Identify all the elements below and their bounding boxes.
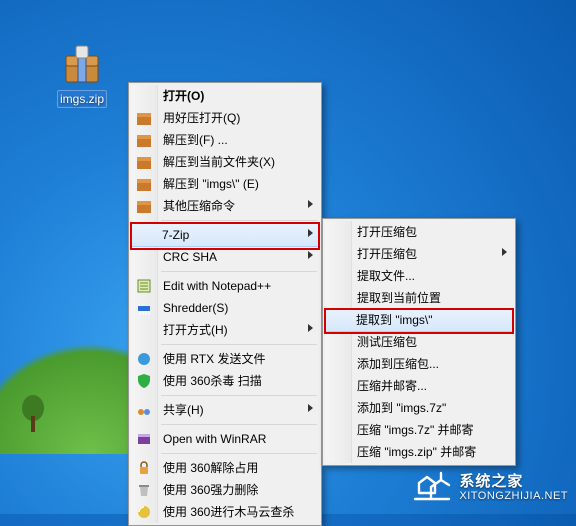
- menu-extract-here[interactable]: 解压到当前文件夹(X): [131, 151, 319, 173]
- winrar-icon: [136, 431, 152, 447]
- haozip-icon: [136, 176, 152, 192]
- submenu-arrow-icon: [308, 324, 313, 332]
- menu-separator: [161, 453, 317, 454]
- menu-open-winrar[interactable]: Open with WinRAR: [131, 428, 319, 450]
- submenu-extract-to-imgs[interactable]: 提取到 "imgs\": [324, 308, 514, 332]
- submenu-arrow-icon: [308, 200, 313, 208]
- menu-360-scan[interactable]: 使用 360杀毒 扫描: [131, 370, 319, 392]
- menu-shredder[interactable]: Shredder(S): [131, 297, 319, 319]
- submenu-arrow-icon: [308, 404, 313, 412]
- menu-7zip[interactable]: 7-Zip: [130, 223, 320, 247]
- notepadpp-icon: [136, 278, 152, 294]
- wallpaper-tree: [18, 394, 48, 434]
- desktop-file-label: imgs.zip: [57, 90, 107, 108]
- menu-edit-notepadpp[interactable]: Edit with Notepad++: [131, 275, 319, 297]
- watermark-title: 系统之家: [459, 475, 568, 489]
- submenu-open-archive[interactable]: 打开压缩包: [325, 221, 513, 243]
- menu-separator: [161, 424, 317, 425]
- shredder-icon: [136, 300, 152, 316]
- submenu-extract-here[interactable]: 提取到当前位置: [325, 287, 513, 309]
- menu-360-release-occupy[interactable]: 使用 360解除占用: [131, 457, 319, 479]
- watermark-logo-icon: [413, 469, 453, 508]
- menu-other-archive[interactable]: 其他压缩命令: [131, 195, 319, 217]
- submenu-arrow-icon: [502, 248, 507, 256]
- submenu-add-to-archive[interactable]: 添加到压缩包...: [325, 353, 513, 375]
- haozip-icon: [136, 198, 152, 214]
- menu-separator: [161, 395, 317, 396]
- rtx-icon: [136, 351, 152, 367]
- menu-extract-to-imgs[interactable]: 解压到 "imgs\" (E): [131, 173, 319, 195]
- share-icon: [136, 402, 152, 418]
- submenu-test-archive[interactable]: 测试压缩包: [325, 331, 513, 353]
- submenu-extract-files[interactable]: 提取文件...: [325, 265, 513, 287]
- menu-open[interactable]: 打开(O): [131, 85, 319, 107]
- menu-haozip-open[interactable]: 用好压打开(Q): [131, 107, 319, 129]
- menu-extract-to[interactable]: 解压到(F) ...: [131, 129, 319, 151]
- menu-rtx-send[interactable]: 使用 RTX 发送文件: [131, 348, 319, 370]
- menu-open-with[interactable]: 打开方式(H): [131, 319, 319, 341]
- haozip-icon: [136, 132, 152, 148]
- context-menu: 打开(O) 用好压打开(Q) 解压到(F) ... 解压到当前文件夹(X) 解压…: [128, 82, 322, 526]
- menu-crc-sha[interactable]: CRC SHA: [131, 246, 319, 268]
- trash-360-icon: [136, 482, 152, 498]
- haozip-icon: [136, 110, 152, 126]
- shield-360-icon: [136, 373, 152, 389]
- haozip-icon: [136, 154, 152, 170]
- menu-separator: [161, 220, 317, 221]
- archive-file-icon: [58, 40, 106, 88]
- submenu-arrow-icon: [308, 251, 313, 259]
- lock-360-icon: [136, 460, 152, 476]
- watermark: 系统之家 XITONGZHIJIA.NET: [413, 469, 568, 508]
- menu-360-cloud-check[interactable]: 使用 360进行木马云查杀: [131, 501, 319, 523]
- submenu-compress-mail[interactable]: 压缩并邮寄...: [325, 375, 513, 397]
- menu-share[interactable]: 共享(H): [131, 399, 319, 421]
- submenu-compress-7z-mail[interactable]: 压缩 "imgs.7z" 并邮寄: [325, 419, 513, 441]
- menu-separator: [161, 271, 317, 272]
- menu-separator: [161, 344, 317, 345]
- desktop-file-imgs-zip[interactable]: imgs.zip: [46, 40, 118, 108]
- watermark-url: XITONGZHIJIA.NET: [459, 489, 568, 503]
- submenu-compress-zip-mail[interactable]: 压缩 "imgs.zip" 并邮寄: [325, 441, 513, 463]
- submenu-add-to-7z[interactable]: 添加到 "imgs.7z": [325, 397, 513, 419]
- submenu-open-archive-sub[interactable]: 打开压缩包: [325, 243, 513, 265]
- submenu-7zip: 打开压缩包 打开压缩包 提取文件... 提取到当前位置 提取到 "imgs\" …: [322, 218, 516, 466]
- cloud-scan-360-icon: [136, 504, 152, 520]
- menu-360-force-delete[interactable]: 使用 360强力删除: [131, 479, 319, 501]
- submenu-arrow-icon: [308, 229, 313, 237]
